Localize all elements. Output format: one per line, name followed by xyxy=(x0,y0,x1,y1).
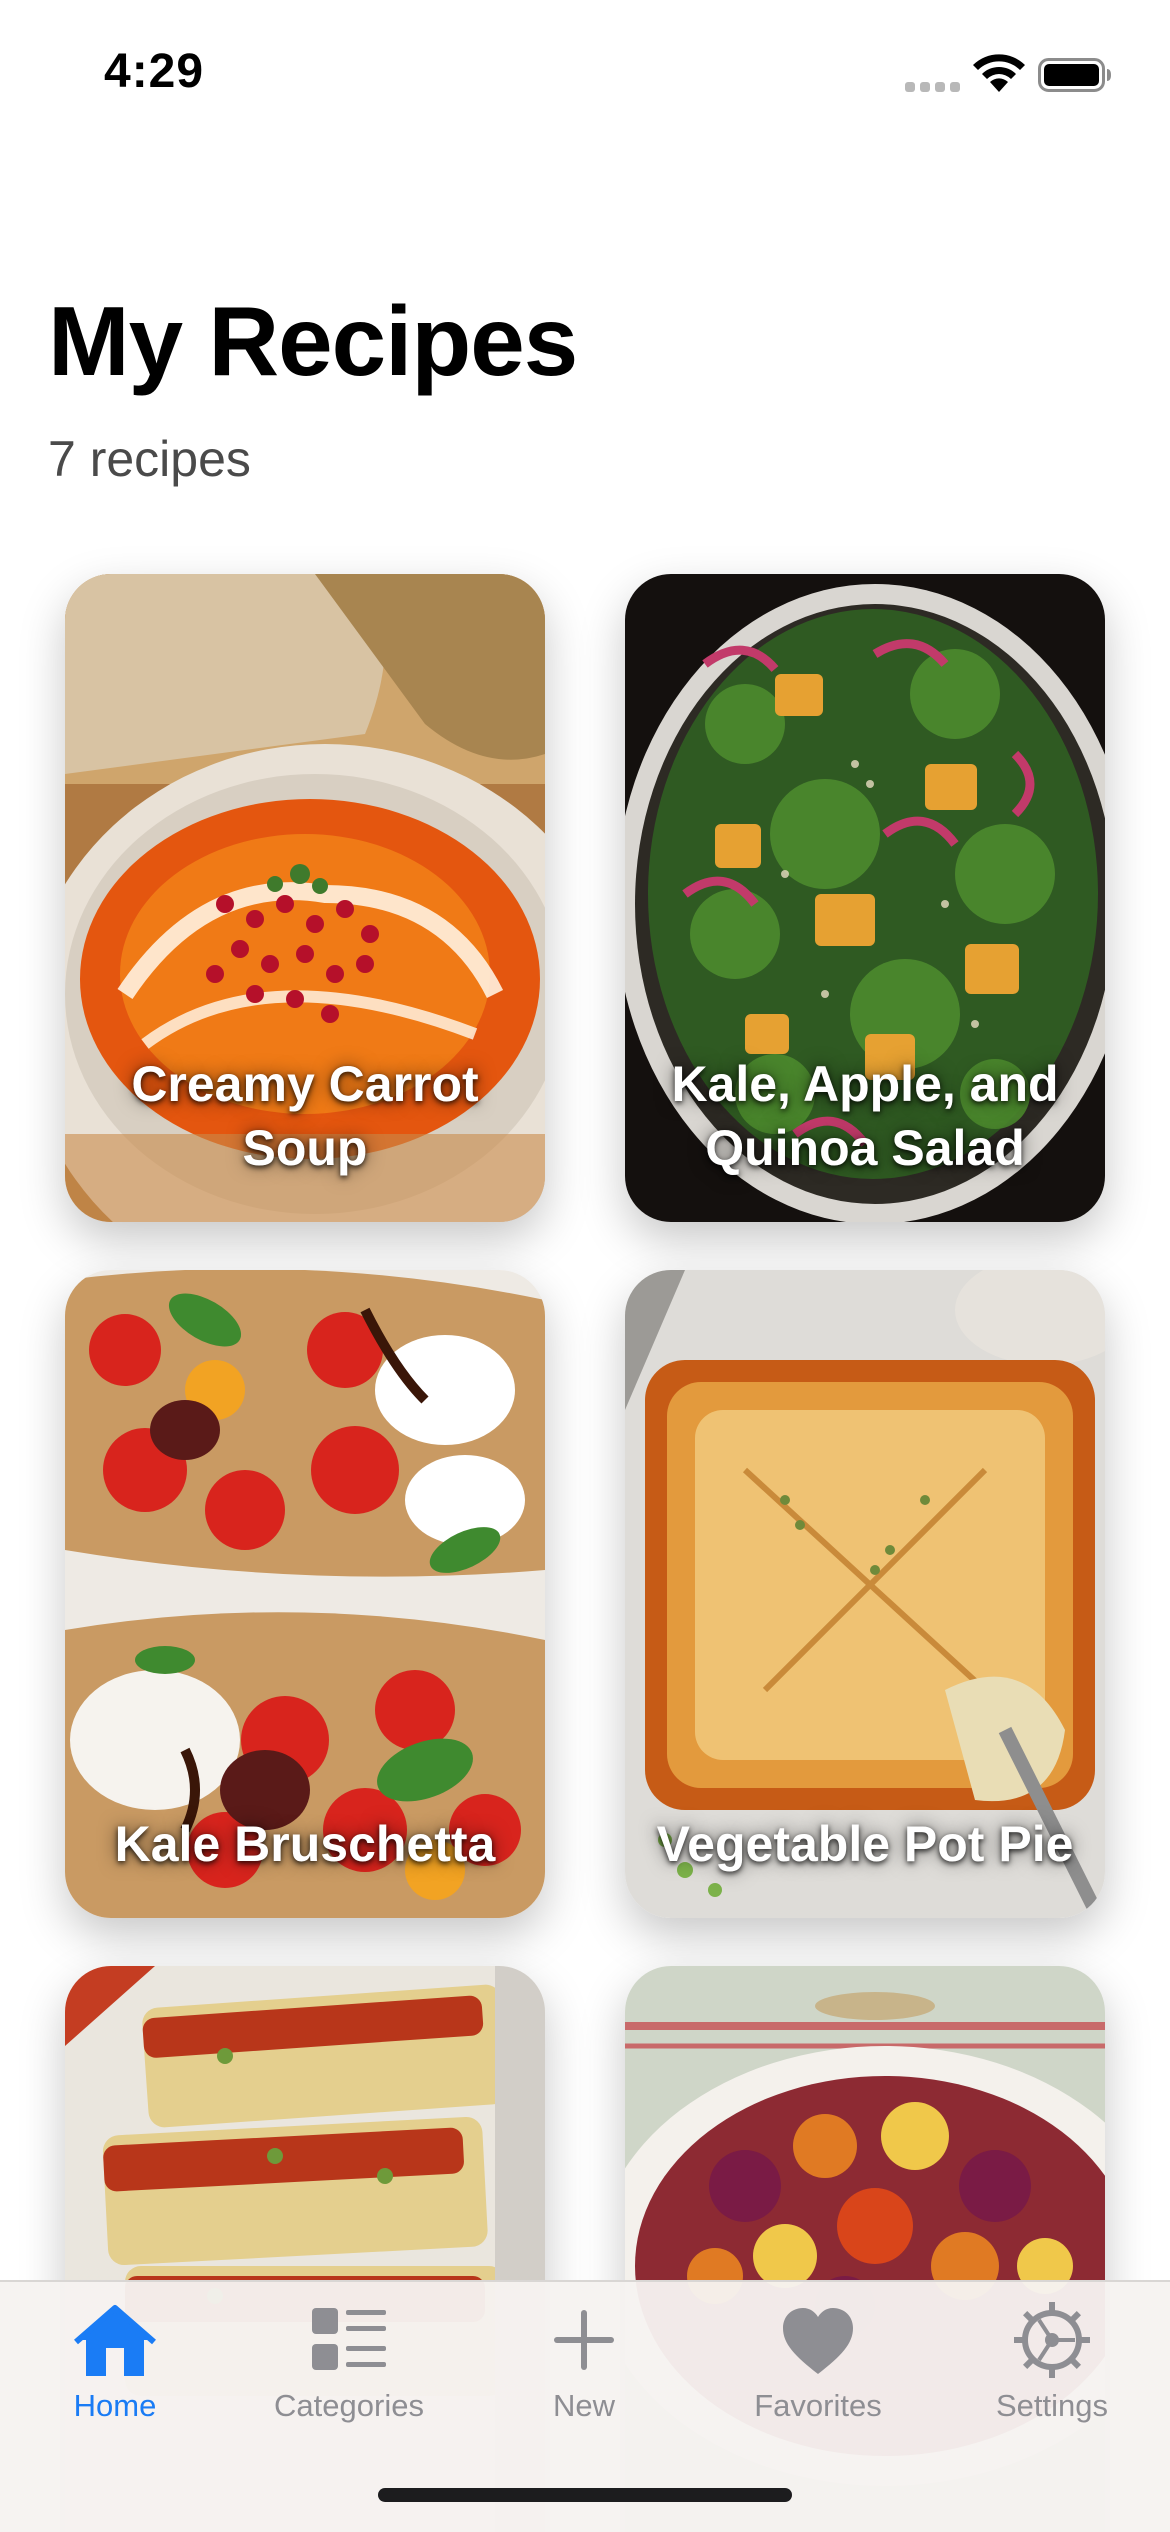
tab-categories[interactable]: Categories xyxy=(259,2300,439,2430)
tab-label-favorites: Favorites xyxy=(754,2388,882,2423)
recipes-screen: 4:29 My Recipes 7 recipes Creamy Carrot … xyxy=(0,0,1170,2532)
heart-icon xyxy=(783,2308,853,2374)
tab-favorites[interactable]: Favorites xyxy=(728,2300,908,2430)
tab-home[interactable]: Home xyxy=(25,2300,205,2430)
plus-icon xyxy=(554,2310,614,2370)
house-icon xyxy=(74,2305,156,2376)
recipe-card-title: Kale Bruschetta xyxy=(114,1816,496,1872)
tab-new[interactable]: New xyxy=(494,2300,674,2430)
gear-icon xyxy=(1014,2302,1090,2378)
recipe-card-creamy-carrot-soup[interactable]: Creamy Carrot Soup xyxy=(65,574,545,1222)
tab-label-settings: Settings xyxy=(995,2388,1108,2423)
recipe-card-title: Kale, Apple, and Quinoa Salad xyxy=(671,1056,1059,1176)
tab-settings[interactable]: Settings xyxy=(962,2300,1142,2430)
list-icon xyxy=(312,2308,386,2370)
recipe-card-title: Vegetable Pot Pie xyxy=(656,1816,1074,1872)
tab-label-new: New xyxy=(552,2388,615,2423)
home-indicator xyxy=(378,2488,792,2502)
tab-label-categories: Categories xyxy=(274,2388,424,2423)
recipe-card-title: Creamy Carrot Soup xyxy=(131,1056,479,1176)
recipe-card-kale-apple-quinoa-salad[interactable]: Kale, Apple, and Quinoa Salad xyxy=(625,574,1105,1222)
recipe-grid: Creamy Carrot Soup Kale, Apple, and Quin… xyxy=(0,0,1170,2532)
recipe-card-vegetable-pot-pie[interactable]: Vegetable Pot Pie xyxy=(625,1270,1105,1918)
tab-label-home: Home xyxy=(73,2388,157,2423)
recipe-card-kale-bruschetta[interactable]: Kale Bruschetta xyxy=(65,1270,545,1918)
